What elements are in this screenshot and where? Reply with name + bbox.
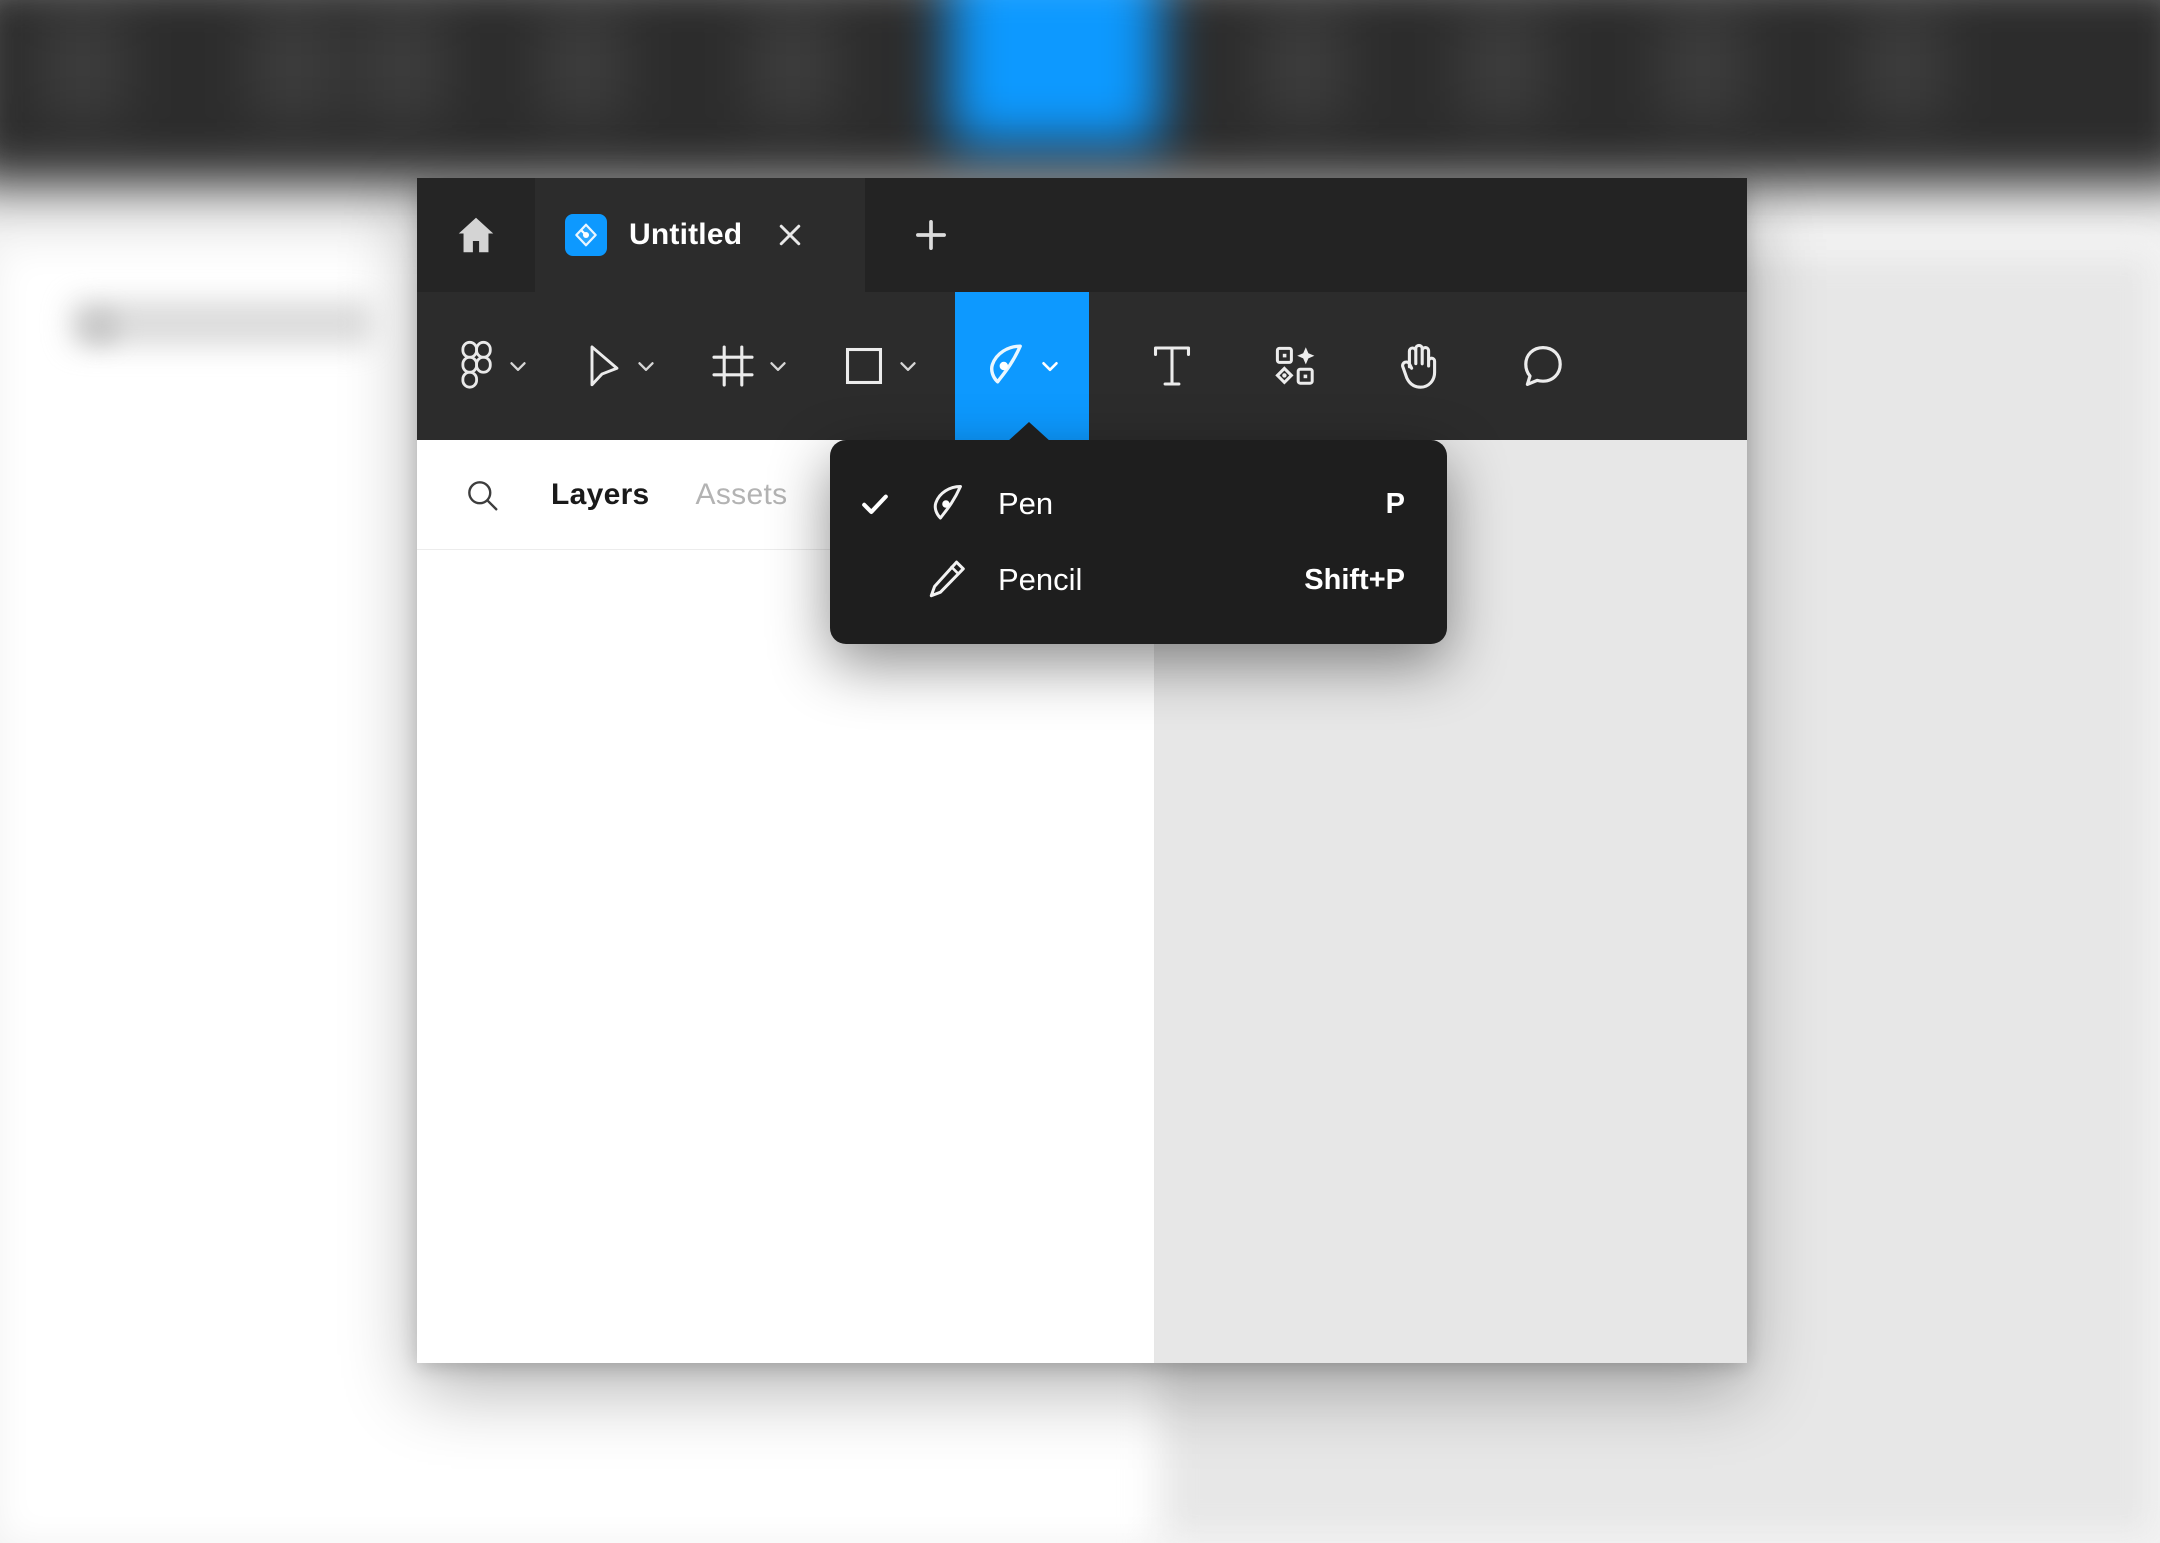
tab-title: Untitled bbox=[629, 218, 743, 251]
tool-actions[interactable] bbox=[1245, 292, 1345, 440]
tab-untitled[interactable]: Untitled bbox=[535, 178, 865, 292]
home-button[interactable] bbox=[417, 178, 535, 292]
tool-main-menu[interactable] bbox=[441, 292, 547, 440]
background-tool-slot bbox=[1260, 10, 1346, 122]
chevron-down-icon[interactable] bbox=[505, 353, 531, 379]
background-tool-slot bbox=[1460, 10, 1546, 122]
background-tool-slot bbox=[540, 10, 626, 122]
panel-tab-layers[interactable]: Layers bbox=[551, 478, 650, 512]
menu-item-shortcut: Shift+P bbox=[1304, 563, 1405, 596]
pencil-icon bbox=[916, 557, 978, 603]
search-icon[interactable] bbox=[459, 472, 505, 518]
panel-tab-assets[interactable]: Assets bbox=[696, 478, 788, 512]
background-toolbar bbox=[0, 0, 2160, 185]
background-tool-slot bbox=[360, 10, 446, 122]
home-icon bbox=[453, 213, 499, 257]
tool-frame[interactable] bbox=[693, 292, 807, 440]
background-tool-slot bbox=[40, 10, 126, 122]
chevron-down-icon[interactable] bbox=[765, 353, 791, 379]
background-tool-slot bbox=[250, 10, 336, 122]
chevron-down-icon[interactable] bbox=[1037, 353, 1063, 379]
frame-icon bbox=[709, 342, 757, 390]
figma-logo-icon bbox=[457, 339, 497, 393]
menu-item-label: Pen bbox=[998, 486, 1054, 521]
pen-tool-dropdown: Pen P Pencil Shift+P bbox=[830, 440, 1447, 644]
menu-item-label: Pencil bbox=[998, 562, 1083, 597]
app-window: Untitled Layers Assets Pen P Pencil Shif… bbox=[417, 178, 1747, 1363]
tool-shape[interactable] bbox=[825, 292, 937, 440]
background-tool-slot bbox=[750, 10, 836, 122]
cursor-arrow-icon bbox=[581, 342, 625, 390]
menu-item-pencil[interactable]: Pencil Shift+P bbox=[830, 542, 1447, 618]
tool-pen[interactable] bbox=[955, 292, 1089, 440]
background-tool-slot bbox=[1860, 10, 1946, 122]
menu-item-pen[interactable]: Pen P bbox=[830, 466, 1447, 542]
text-t-icon bbox=[1149, 341, 1195, 391]
menu-item-shortcut: P bbox=[1385, 487, 1405, 520]
tool-hand[interactable] bbox=[1369, 292, 1469, 440]
tool-bar bbox=[417, 292, 1747, 440]
figma-file-icon bbox=[565, 214, 607, 256]
pen-nib-icon bbox=[916, 481, 978, 527]
plus-icon[interactable] bbox=[903, 207, 959, 263]
actions-sparkle-icon bbox=[1271, 342, 1319, 390]
new-tab-zone bbox=[865, 178, 1747, 292]
pen-nib-icon bbox=[981, 340, 1029, 392]
tool-comment[interactable] bbox=[1493, 292, 1593, 440]
hand-icon bbox=[1395, 340, 1443, 392]
chevron-down-icon[interactable] bbox=[633, 353, 659, 379]
comment-bubble-icon bbox=[1519, 342, 1567, 390]
background-panel-tabs bbox=[70, 300, 370, 346]
dropdown-pointer-arrow bbox=[1007, 422, 1051, 442]
close-icon[interactable] bbox=[770, 215, 810, 255]
background-active-tool-slot bbox=[950, 0, 1160, 145]
checkmark-icon bbox=[858, 487, 916, 521]
tab-bar: Untitled bbox=[417, 178, 1747, 292]
chevron-down-icon[interactable] bbox=[895, 353, 921, 379]
tool-move[interactable] bbox=[565, 292, 675, 440]
background-tool-slot bbox=[1660, 10, 1746, 122]
rectangle-icon bbox=[841, 343, 887, 389]
tool-text[interactable] bbox=[1123, 292, 1221, 440]
